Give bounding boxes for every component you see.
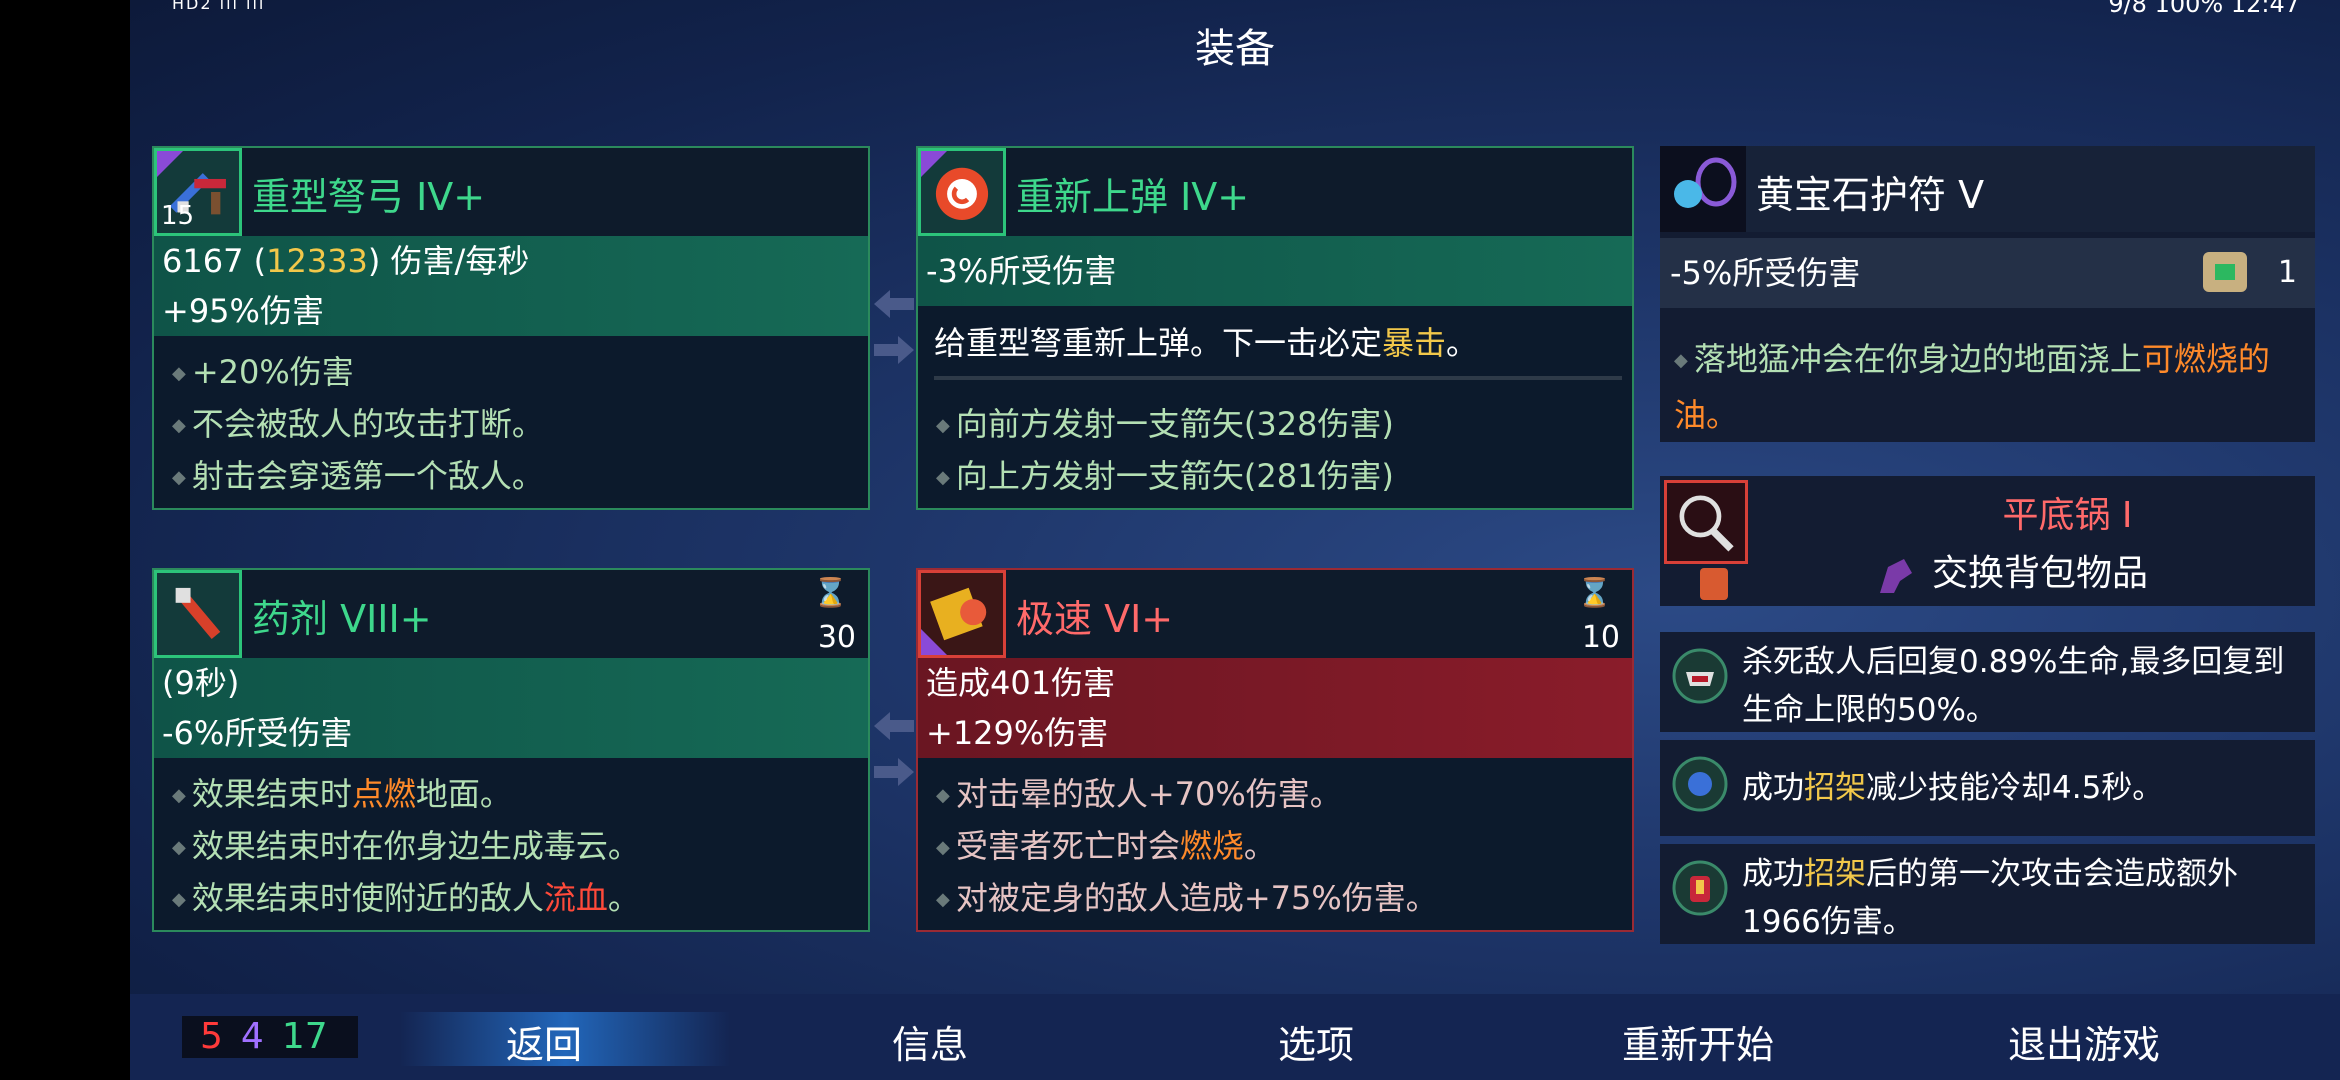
swap-right-arrow-icon[interactable] — [874, 336, 914, 364]
mutation-counter-icon — [1670, 858, 1730, 918]
potion-icon — [154, 570, 242, 658]
item-stats: 6167 (12333) 伤害/每秒 +95%伤害 — [154, 236, 868, 336]
item-bullets: +20%伤害 不会被敌人的攻击打断。 射击会穿透第一个敌人。 — [154, 346, 868, 502]
weapon-card-reload[interactable]: 重新上弹 IV+ -3%所受伤害 给重型弩重新上弹。下一击必定暴击。 向前方发射… — [916, 146, 1634, 510]
bullet-line: 效果结束时在你身边生成毒云。 — [154, 820, 868, 872]
reload-icon — [918, 148, 1006, 236]
swap-left-arrow-icon[interactable] — [874, 712, 914, 740]
mutation-text: 成功招架后的第一次攻击会造成额外1966伤害。 — [1742, 856, 2238, 940]
item-name: 重型弩弓 IV+ — [252, 175, 486, 219]
defense-stat: -3%所受伤害 — [926, 252, 1117, 290]
item-stats: -3%所受伤害 — [918, 236, 1632, 306]
rarity-corner — [157, 151, 183, 177]
duration-stat: (9秒) — [162, 664, 240, 702]
item-name: 极速 VI+ — [1016, 597, 1174, 641]
bullet-line: +20%伤害 — [154, 346, 868, 398]
backpack-item-name: 平底锅 I — [2002, 495, 2133, 536]
bullet-line: 不会被敌人的攻击打断。 — [154, 398, 868, 450]
speed-scroll-icon — [918, 570, 1006, 658]
hourglass-icon: ⌛ — [813, 576, 848, 609]
damage-stat: +95%伤害 — [162, 292, 324, 330]
rarity-corner — [921, 151, 947, 177]
signal-indicators: HD2 ıll ıll — [172, 0, 266, 13]
amulet-stat: -5%所受伤害 1 — [1660, 238, 2315, 308]
bullet-line: 对击晕的敌人+70%伤害。 — [918, 768, 1632, 820]
item-stats: (9秒) -6%所受伤害 — [154, 658, 868, 758]
damage-stat: 造成401伤害 — [926, 664, 1116, 702]
bullet-line: 受害者死亡时会燃烧。 — [918, 820, 1632, 872]
status-bar: HD2 ıll ıll 9/8 100% 12:47 — [130, 0, 2340, 18]
mutation-item[interactable]: 成功招架后的第一次攻击会造成额外1966伤害。 — [1660, 844, 2315, 944]
rarity-corner — [921, 629, 947, 655]
swap-hand-icon — [1880, 559, 1912, 593]
swap-backpack-button[interactable]: 交换背包物品 — [1874, 544, 2148, 597]
mutation-item[interactable]: 杀死敌人后回复0.89%生命,最多回复到生命上限的50%。 — [1660, 632, 2315, 732]
bullet-line: 效果结束时使附近的敌人流血。 — [154, 872, 868, 924]
item-level: 15 — [161, 201, 195, 231]
hourglass-icon: ⌛ — [1577, 576, 1612, 609]
swap-left-arrow-icon[interactable] — [874, 290, 914, 318]
quit-button[interactable]: 退出游戏 — [2008, 1014, 2160, 1069]
swap-right-arrow-icon[interactable] — [874, 758, 914, 786]
back-button[interactable]: 返回 — [506, 1014, 582, 1069]
item-stats: 造成401伤害 +129%伤害 — [918, 658, 1632, 758]
mutation-parry-icon — [1670, 754, 1730, 814]
red-count: 5 — [200, 1016, 223, 1057]
green-count: 17 — [281, 1016, 328, 1057]
item-description: 给重型弩重新上弹。下一击必定暴击。 — [934, 318, 1622, 380]
amulet-bullet: 落地猛冲会在你身边的地面浇上可燃烧的油。 — [1674, 334, 2305, 440]
item-name: 重新上弹 IV+ — [1016, 175, 1250, 219]
purple-count: 4 — [240, 1016, 264, 1057]
frying-pan-icon — [1664, 480, 1748, 564]
cells-counter: 5 4 17 — [182, 1016, 358, 1058]
item-bullets: 对击晕的敌人+70%伤害。 受害者死亡时会燃烧。 对被定身的敌人造成+75%伤害… — [918, 768, 1632, 924]
amulet-icon — [1660, 146, 1746, 232]
mutation-item[interactable]: 成功招架减少技能冷却4.5秒。 — [1660, 740, 2315, 836]
bullet-line: 向上方发射一支箭矢(281伤害) — [918, 450, 1632, 502]
bullet-line: 效果结束时点燃地面。 — [154, 768, 868, 820]
scroll-icon — [2203, 252, 2247, 292]
scroll-count: 1 — [2277, 255, 2297, 290]
defense-stat: -6%所受伤害 — [162, 714, 353, 752]
info-button[interactable]: 信息 — [892, 1014, 968, 1069]
mutation-vampire-icon — [1670, 646, 1730, 706]
bullet-line: 射击会穿透第一个敌人。 — [154, 450, 868, 502]
cooldown-value: 10 — [1581, 620, 1620, 655]
page-title: 装备 — [1195, 26, 1275, 72]
skill-card-speed[interactable]: 极速 VI+ ⌛ 10 造成401伤害 +129%伤害 对击晕的敌人+70%伤害… — [916, 568, 1634, 932]
bullet-line: 向前方发射一支箭矢(328伤害) — [918, 398, 1632, 450]
mutation-text: 杀死敌人后回复0.89%生命,最多回复到生命上限的50%。 — [1742, 644, 2285, 728]
backpack-panel[interactable]: 平底锅 I 交换背包物品 — [1660, 476, 2315, 606]
item-name: 药剂 VIII+ — [252, 597, 432, 641]
skill-card-potion[interactable]: 药剂 VIII+ ⌛ 30 (9秒) -6%所受伤害 效果结束时点燃地面。 效果… — [152, 568, 870, 932]
options-button[interactable]: 选项 — [1278, 1014, 1354, 1069]
damage-bonus-stat: +129%伤害 — [926, 714, 1109, 752]
amulet-panel[interactable]: 黄宝石护符 V -5%所受伤害 1 落地猛冲会在你身边的地面浇上可燃烧的油。 — [1660, 146, 2315, 442]
game-screen: HD2 ıll ıll 9/8 100% 12:47 装备 15 重型弩弓 IV… — [130, 0, 2340, 1080]
bullet-line: 对被定身的敌人造成+75%伤害。 — [918, 872, 1632, 924]
item-bullets: 效果结束时点燃地面。 效果结束时在你身边生成毒云。 效果结束时使附近的敌人流血。 — [154, 768, 868, 924]
amulet-name: 黄宝石护符 V — [1756, 173, 1985, 217]
mutation-text: 成功招架减少技能冷却4.5秒。 — [1742, 770, 2164, 806]
bottom-menu-bar: 5 4 17 返回 信息 选项 重新开始 退出游戏 — [130, 994, 2340, 1080]
crossbow-icon: 15 — [154, 148, 242, 236]
restart-button[interactable]: 重新开始 — [1622, 1014, 1774, 1069]
backpack-icon — [1700, 568, 1728, 600]
dps-stat: 6167 (12333) 伤害/每秒 — [162, 242, 530, 280]
cooldown-value: 30 — [817, 620, 856, 655]
weapon-card-crossbow[interactable]: 15 重型弩弓 IV+ 6167 (12333) 伤害/每秒 +95%伤害 +2… — [152, 146, 870, 510]
item-bullets: 向前方发射一支箭矢(328伤害) 向上方发射一支箭矢(281伤害) — [918, 398, 1632, 502]
